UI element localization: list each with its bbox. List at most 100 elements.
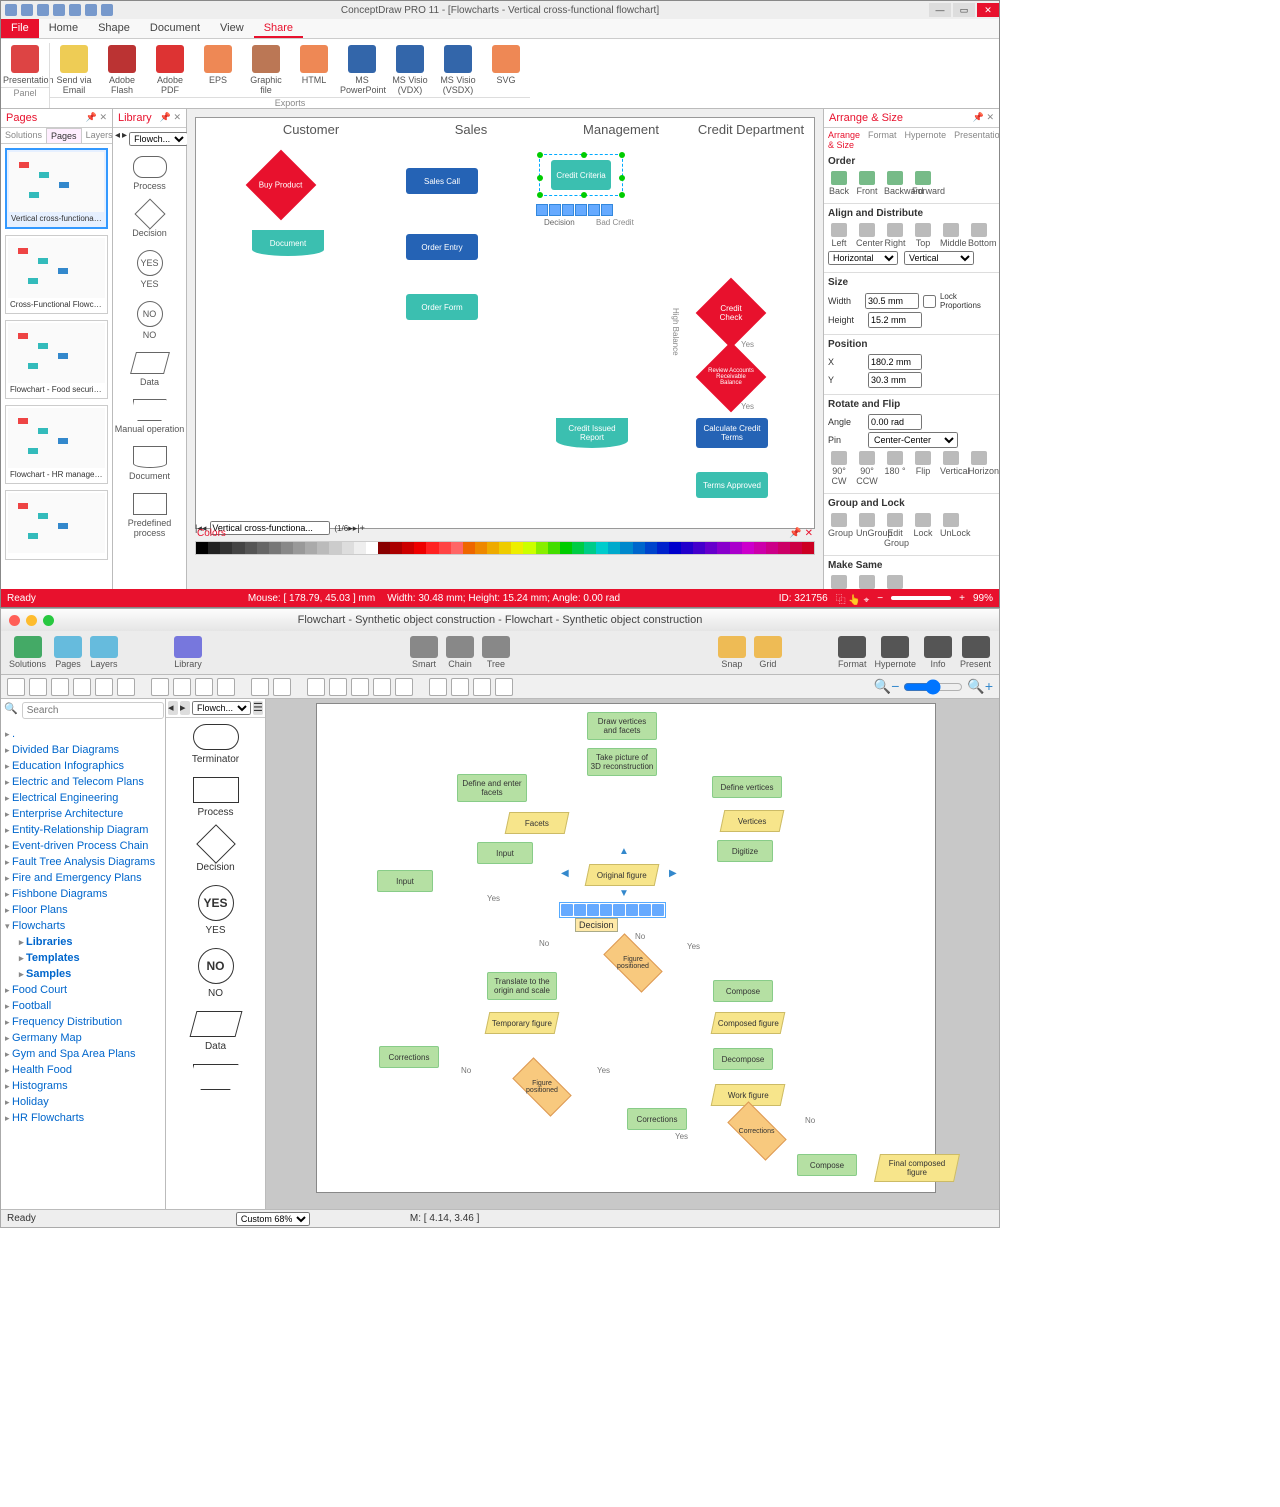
- tb-present[interactable]: Present: [960, 636, 991, 669]
- color-swatch[interactable]: [584, 542, 596, 554]
- tree-item[interactable]: Holiday: [5, 1094, 161, 1110]
- menu-home[interactable]: Home: [39, 19, 88, 38]
- rp-tab-format[interactable]: Format: [864, 128, 901, 152]
- pages-tab-pages[interactable]: Pages: [46, 128, 82, 143]
- menu-document[interactable]: Document: [140, 19, 210, 38]
- tree-item[interactable]: Education Infographics: [5, 758, 161, 774]
- status-icons[interactable]: ⿻ 👆 ⌖: [836, 591, 870, 606]
- tree-subitem[interactable]: Templates: [19, 950, 161, 966]
- flip-button[interactable]: Flip: [912, 451, 934, 486]
- menu-shape[interactable]: Shape: [88, 19, 140, 38]
- node-temporary-figure[interactable]: Temporary figure: [485, 1012, 560, 1034]
- rp-tab-hypernote[interactable]: Hypernote: [901, 128, 951, 152]
- zoom-out-button[interactable]: −: [877, 593, 883, 604]
- node-calculate-credit[interactable]: Calculate Credit Terms: [696, 418, 768, 448]
- make-same-size-button[interactable]: Size: [828, 575, 850, 589]
- color-swatch[interactable]: [669, 542, 681, 554]
- library-shape[interactable]: Manual operation: [113, 393, 186, 440]
- rotate-ccw-button[interactable]: 90° CCW: [856, 451, 878, 486]
- edit-group-button[interactable]: Edit Group: [884, 513, 906, 548]
- tb-snap[interactable]: Snap: [718, 636, 746, 669]
- page-thumbnail[interactable]: Cross-Functional Flowcha...: [5, 235, 108, 314]
- color-swatch[interactable]: [208, 542, 220, 554]
- menu-share[interactable]: Share: [254, 19, 303, 38]
- zoom-in-icon[interactable]: 🔍+: [967, 678, 993, 695]
- color-swatch[interactable]: [220, 542, 232, 554]
- mac-library-shape[interactable]: Process: [166, 771, 265, 824]
- tree-item[interactable]: Enterprise Architecture: [5, 806, 161, 822]
- color-swatch[interactable]: [645, 542, 657, 554]
- mac-library-shape[interactable]: Terminator: [166, 718, 265, 771]
- tb-tree[interactable]: Tree: [482, 636, 510, 669]
- ribbon-svg[interactable]: SVG: [482, 43, 530, 97]
- tree-item[interactable]: Event-driven Process Chain: [5, 838, 161, 854]
- color-swatch[interactable]: [475, 542, 487, 554]
- library-shape[interactable]: YESYES: [113, 244, 186, 295]
- order-forward-button[interactable]: Forward: [912, 171, 934, 196]
- flip-vertical-button[interactable]: Vertical: [940, 451, 962, 486]
- color-swatch[interactable]: [790, 542, 802, 554]
- pin-icon[interactable]: 📌 ✕: [86, 112, 107, 124]
- color-swatch[interactable]: [778, 542, 790, 554]
- color-swatch[interactable]: [717, 542, 729, 554]
- node-buy-product[interactable]: Buy Product: [246, 150, 317, 221]
- node-figure-positioned2[interactable]: Figure positioned: [512, 1057, 571, 1116]
- tool-rounded[interactable]: [95, 678, 113, 696]
- lib-nav-back[interactable]: ◂: [115, 130, 120, 148]
- zoom-in-button[interactable]: +: [959, 593, 965, 604]
- color-swatch[interactable]: [402, 542, 414, 554]
- position-y-input[interactable]: [868, 372, 922, 388]
- tree-item[interactable]: Divided Bar Diagrams: [5, 742, 161, 758]
- color-swatch[interactable]: [293, 542, 305, 554]
- page-thumbnail[interactable]: Vertical cross-functional fl...: [5, 148, 108, 229]
- mac-canvas-area[interactable]: Draw vertices and facets Take picture of…: [266, 699, 999, 1209]
- tb-layers[interactable]: Layers: [90, 636, 118, 669]
- color-swatch[interactable]: [463, 542, 475, 554]
- node-vertices[interactable]: Vertices: [720, 810, 785, 832]
- tree-item[interactable]: Floor Plans: [5, 902, 161, 918]
- angle-input[interactable]: [868, 414, 922, 430]
- ungroup-button[interactable]: UnGroup: [856, 513, 878, 548]
- menu-view[interactable]: View: [210, 19, 254, 38]
- node-credit-report[interactable]: Credit Issued Report: [556, 418, 628, 448]
- tool-rect[interactable]: [51, 678, 69, 696]
- order-front-button[interactable]: Front: [856, 171, 878, 196]
- node-order-form[interactable]: Order Form: [406, 294, 478, 320]
- menu-file[interactable]: File: [1, 19, 39, 38]
- tool-ellipse[interactable]: [73, 678, 91, 696]
- color-swatch[interactable]: [354, 542, 366, 554]
- distribute-horizontal[interactable]: Horizontal: [828, 251, 898, 265]
- color-swatch[interactable]: [232, 542, 244, 554]
- color-swatch[interactable]: [390, 542, 402, 554]
- search-input[interactable]: [22, 702, 164, 719]
- align-middle-button[interactable]: Middle: [940, 223, 962, 248]
- unlock-button[interactable]: UnLock: [940, 513, 962, 548]
- node-document[interactable]: Document: [252, 230, 324, 256]
- pin-select[interactable]: Center-Center: [868, 432, 958, 448]
- color-swatch[interactable]: [596, 542, 608, 554]
- color-swatch[interactable]: [329, 542, 341, 554]
- node-terms-approved[interactable]: Terms Approved: [696, 472, 768, 498]
- tree-item-flowcharts[interactable]: Flowcharts: [5, 918, 161, 934]
- tool-pencil[interactable]: [117, 678, 135, 696]
- lib-nav-back[interactable]: ◂: [168, 701, 178, 715]
- node-corrections3[interactable]: Corrections: [727, 1101, 786, 1160]
- library-shape[interactable]: Data: [113, 346, 186, 393]
- rotate-cw-button[interactable]: 90° CW: [828, 451, 850, 486]
- tree-item[interactable]: Football: [5, 998, 161, 1014]
- color-swatch[interactable]: [414, 542, 426, 554]
- color-swatch[interactable]: [499, 542, 511, 554]
- pages-tab-layers[interactable]: Layers: [82, 128, 117, 143]
- align-top-button[interactable]: Top: [912, 223, 934, 248]
- pin-icon[interactable]: 📌 ✕: [973, 112, 994, 124]
- node-composed-figure[interactable]: Composed figure: [711, 1012, 786, 1034]
- node-input2[interactable]: Input: [377, 870, 433, 892]
- color-swatch[interactable]: [281, 542, 293, 554]
- node-order-entry[interactable]: Order Entry: [406, 234, 478, 260]
- color-swatch[interactable]: [620, 542, 632, 554]
- make-same-height-button[interactable]: Height: [884, 575, 906, 589]
- group-button[interactable]: Group: [828, 513, 850, 548]
- library-shape[interactable]: Process: [113, 150, 186, 197]
- mac-library-shape[interactable]: NONO: [166, 942, 265, 1005]
- node-sales-call[interactable]: Sales Call: [406, 168, 478, 194]
